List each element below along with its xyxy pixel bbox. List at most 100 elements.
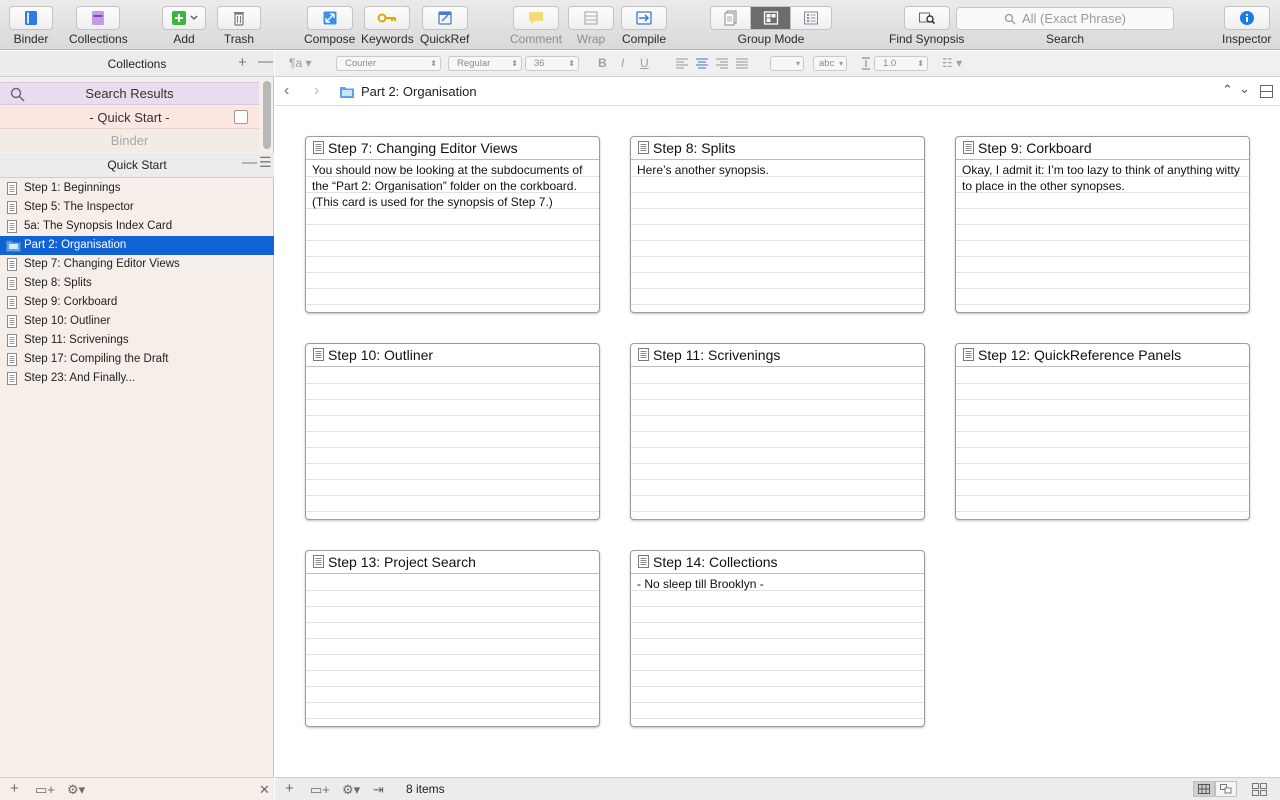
card-synopsis[interactable]: You should now be looking at the subdocu… xyxy=(306,160,599,312)
gear-icon[interactable]: ⚙▾ xyxy=(67,782,85,798)
comment-button[interactable] xyxy=(513,6,559,30)
font-size-select[interactable]: 36 ⬍ xyxy=(525,56,579,71)
next-document-icon[interactable]: ⌄ xyxy=(1239,81,1250,97)
corkboard-view-control[interactable] xyxy=(1193,781,1237,797)
binder-item[interactable]: Step 11: Scrivenings xyxy=(0,331,274,350)
binder-item[interactable]: Step 17: Compiling the Draft xyxy=(0,350,274,369)
collections-button[interactable] xyxy=(76,6,121,30)
gear-icon[interactable]: ⚙▾ xyxy=(342,782,360,798)
binder-item[interactable]: Step 8: Splits xyxy=(0,274,274,293)
index-card[interactable]: Step 12: QuickReference Panels xyxy=(955,343,1250,520)
grid-view-icon[interactable] xyxy=(1193,781,1215,797)
forward-arrow-icon[interactable]: › xyxy=(314,82,319,100)
italic-button[interactable]: I xyxy=(621,56,624,70)
compose-button[interactable] xyxy=(306,6,353,30)
card-title[interactable]: Step 10: Outliner xyxy=(306,344,599,367)
inspector-toolbar-item[interactable]: Inspector xyxy=(1222,6,1271,46)
font-family-select[interactable]: Courier ⬍ xyxy=(336,56,441,71)
index-card[interactable]: Step 8: Splits Here’s another synopsis. xyxy=(630,136,925,313)
remove-collection-icon[interactable]: — xyxy=(258,53,273,70)
index-card[interactable]: Step 14: Collections - No sleep till Broo… xyxy=(630,550,925,727)
card-synopsis[interactable] xyxy=(956,367,1249,519)
scrivenings-mode-button[interactable] xyxy=(711,7,751,29)
card-synopsis[interactable]: Okay, I admit it: I’m too lazy to think … xyxy=(956,160,1249,312)
collection-quick-start[interactable]: - Quick Start - xyxy=(0,106,259,129)
index-card[interactable]: Step 11: Scrivenings xyxy=(630,343,925,520)
index-card[interactable]: Step 13: Project Search xyxy=(305,550,600,727)
index-card[interactable]: Step 7: Changing Editor Views You should … xyxy=(305,136,600,313)
add-icon[interactable]: + xyxy=(285,780,294,797)
align-left-icon[interactable] xyxy=(675,57,689,69)
binder-item[interactable]: Step 10: Outliner xyxy=(0,312,274,331)
binder-toolbar-item[interactable]: Binder xyxy=(9,6,53,46)
compose-toolbar-item[interactable]: Compose xyxy=(304,6,355,46)
highlight-color-select[interactable]: abc ▾ xyxy=(813,56,847,71)
corkboard-mode-button[interactable] xyxy=(751,7,791,29)
underline-button[interactable]: U xyxy=(640,56,649,70)
add-folder-icon[interactable]: ▭+ xyxy=(310,782,330,798)
wrap-button[interactable] xyxy=(568,6,614,30)
trash-toolbar-item[interactable]: Trash xyxy=(217,6,261,46)
binder-item[interactable]: Step 9: Corkboard xyxy=(0,293,274,312)
binder-item[interactable]: Step 7: Changing Editor Views xyxy=(0,255,274,274)
align-justify-icon[interactable] xyxy=(735,57,749,69)
binder-item[interactable]: 5a: The Synopsis Index Card xyxy=(0,217,274,236)
keywords-toolbar-item[interactable]: Keywords xyxy=(361,6,414,46)
index-card[interactable]: Step 9: Corkboard Okay, I admit it: I’m t… xyxy=(955,136,1250,313)
align-center-icon[interactable] xyxy=(695,57,709,69)
card-title[interactable]: Step 12: QuickReference Panels xyxy=(956,344,1249,367)
binder-button[interactable] xyxy=(9,6,53,30)
card-synopsis[interactable] xyxy=(631,367,924,519)
add-icon[interactable]: + xyxy=(10,780,19,797)
outliner-mode-button[interactable] xyxy=(791,7,831,29)
add-button[interactable] xyxy=(162,6,206,30)
binder-item[interactable]: Step 1: Beginnings xyxy=(0,179,274,198)
card-synopsis[interactable]: Here’s another synopsis. xyxy=(631,160,924,312)
menu-icon[interactable]: ☰ xyxy=(259,154,272,171)
card-synopsis[interactable] xyxy=(306,367,599,519)
collapse-binder-icon[interactable]: — xyxy=(242,154,257,171)
binder-item[interactable]: Part 2: Organisation xyxy=(0,236,274,255)
freeform-view-icon[interactable] xyxy=(1215,781,1237,797)
compile-toolbar-item[interactable]: Compile xyxy=(621,6,667,46)
editor-title[interactable]: Part 2: Organisation xyxy=(361,84,477,99)
binder-item[interactable]: Step 23: And Finally... xyxy=(0,369,274,388)
card-title[interactable]: Step 7: Changing Editor Views xyxy=(306,137,599,160)
previous-document-icon[interactable]: ⌃ xyxy=(1222,82,1233,98)
split-editor-icon[interactable] xyxy=(1260,85,1273,98)
card-title[interactable]: Step 13: Project Search xyxy=(306,551,599,574)
quickref-button[interactable] xyxy=(421,6,468,30)
card-title[interactable]: Step 14: Collections xyxy=(631,551,924,574)
group-mode-control[interactable] xyxy=(710,6,832,30)
keywords-button[interactable] xyxy=(364,6,411,30)
card-synopsis[interactable] xyxy=(306,574,599,726)
quickref-toolbar-item[interactable]: QuickRef xyxy=(420,6,469,46)
search-input[interactable]: All (Exact Phrase) xyxy=(956,7,1174,30)
add-folder-icon[interactable]: ▭+ xyxy=(35,782,55,798)
line-spacing-select[interactable]: 1.0 ⬍ xyxy=(874,56,928,71)
index-card[interactable]: Step 10: Outliner xyxy=(305,343,600,520)
card-title[interactable]: Step 11: Scrivenings xyxy=(631,344,924,367)
comment-toolbar-item[interactable]: Comment xyxy=(510,6,562,46)
bold-button[interactable]: B xyxy=(598,56,607,70)
wrap-toolbar-item[interactable]: Wrap xyxy=(568,6,614,46)
checkbox[interactable] xyxy=(234,110,248,124)
binder-item[interactable]: Step 5: The Inspector xyxy=(0,198,274,217)
collection-binder[interactable]: Binder xyxy=(0,129,259,152)
collections-scrollbar[interactable] xyxy=(263,81,271,149)
collections-toolbar-item[interactable]: Collections xyxy=(69,6,128,46)
add-toolbar-item[interactable]: Add xyxy=(162,6,206,46)
back-arrow-icon[interactable]: ‹ xyxy=(284,82,289,100)
find-synopsis-toolbar-item[interactable]: Find Synopsis xyxy=(889,6,964,46)
text-color-select[interactable]: ▾ xyxy=(770,56,804,71)
card-synopsis[interactable]: - No sleep till Brooklyn - xyxy=(631,574,924,726)
card-title[interactable]: Step 8: Splits xyxy=(631,137,924,160)
card-title[interactable]: Step 9: Corkboard xyxy=(956,137,1249,160)
find-synopsis-button[interactable] xyxy=(903,6,950,30)
align-right-icon[interactable] xyxy=(715,57,729,69)
trash-button[interactable] xyxy=(217,6,261,30)
paragraph-style-icon[interactable]: ¶a ▾ xyxy=(289,56,311,70)
export-icon[interactable]: ⇥ xyxy=(373,782,384,798)
font-style-select[interactable]: Regular ⬍ xyxy=(448,56,522,71)
add-collection-icon[interactable]: + xyxy=(238,54,247,71)
